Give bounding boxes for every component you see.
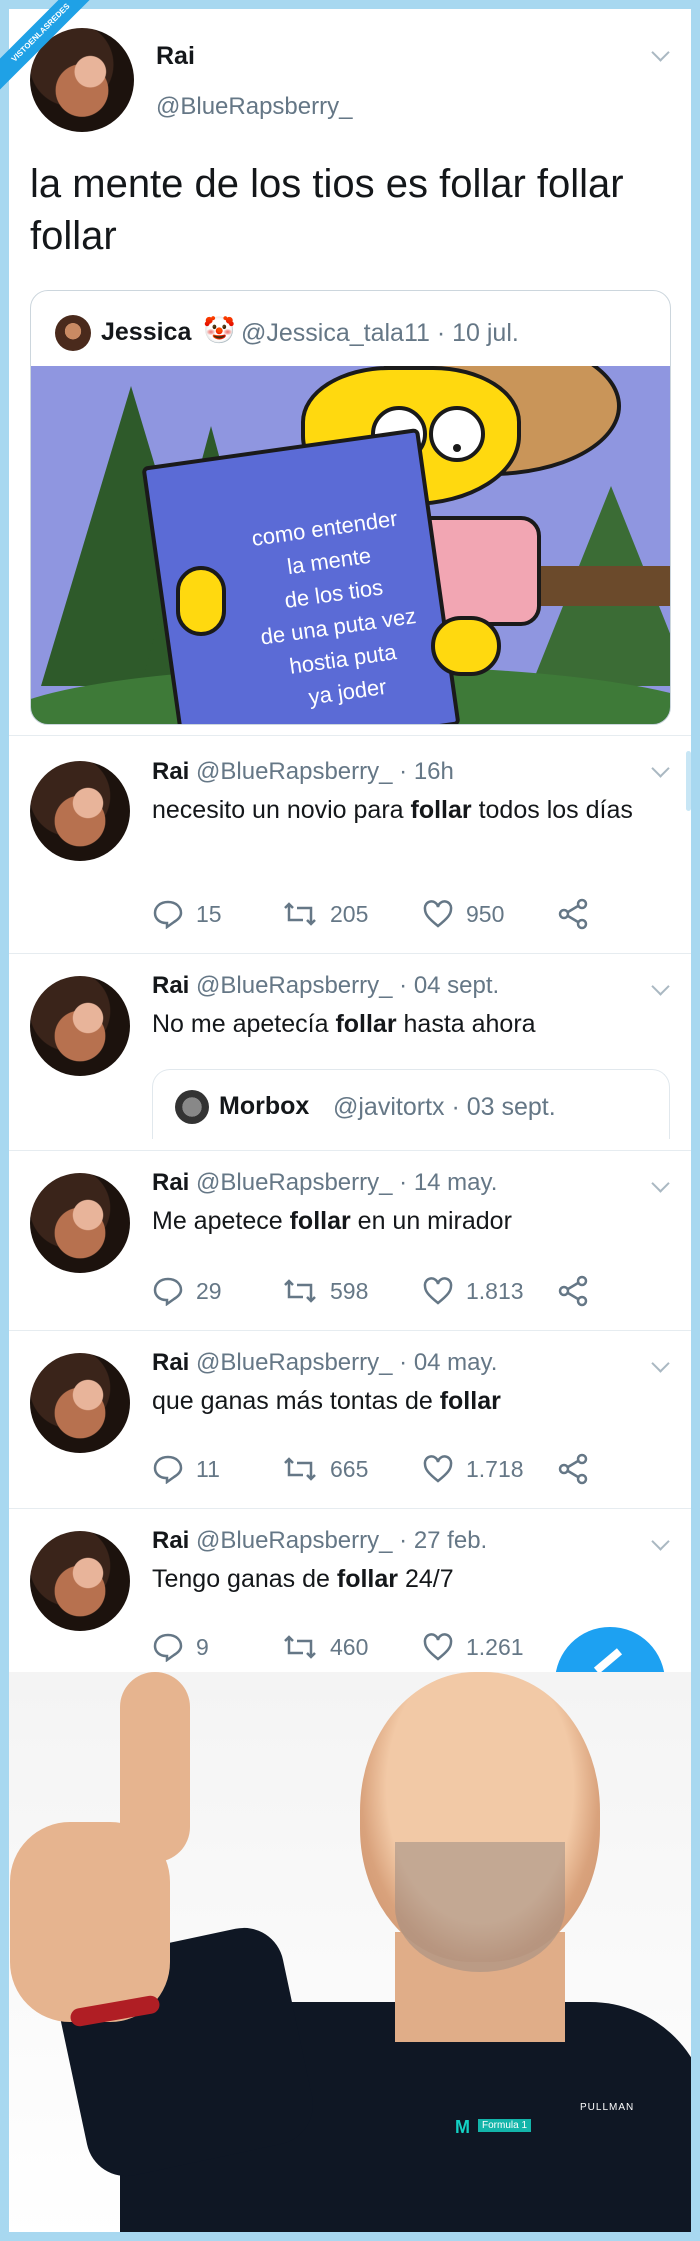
author-name[interactable]: Rai xyxy=(152,1169,189,1196)
like-button[interactable]: 950 xyxy=(422,896,504,932)
retweet-icon xyxy=(284,1457,316,1481)
tweet-text: Tengo ganas de follar 24/7 xyxy=(152,1565,454,1593)
logo-brand: PULLMAN xyxy=(580,2102,635,2113)
quoted-author-handle: @javitortx · 03 sept. xyxy=(333,1093,556,1121)
quoted-tweet[interactable]: Jessica 🤡 @Jessica_tala11 · 10 jul. como… xyxy=(30,290,671,725)
eye xyxy=(429,406,485,462)
tweet-meta: @BlueRapsberry_ · 16h xyxy=(196,758,454,785)
avatar[interactable] xyxy=(30,1531,130,1631)
retweet-button[interactable]: 205 xyxy=(282,896,368,932)
scroll-indicator xyxy=(686,751,691,811)
reply-button[interactable]: 15 xyxy=(152,896,222,932)
quoted-author-handle: @Jessica_tala11 · 10 jul. xyxy=(241,319,519,347)
tweet-text: No me apetecía follar hasta ahora xyxy=(152,1010,536,1038)
avatar[interactable] xyxy=(30,761,130,861)
retweet-icon xyxy=(284,1279,316,1303)
like-button[interactable]: 1.813 xyxy=(422,1273,524,1309)
reply-button[interactable]: 11 xyxy=(152,1451,220,1487)
tweet-item[interactable]: Rai @BlueRapsberry_ · 16h necesito un no… xyxy=(0,735,700,953)
clown-emoji: 🤡 xyxy=(203,315,236,345)
quoted-author-name: Jessica xyxy=(101,318,192,346)
author-name[interactable]: Rai xyxy=(152,1349,189,1376)
author-name[interactable]: Rai xyxy=(156,42,195,71)
chevron-down-icon[interactable] xyxy=(650,1361,670,1373)
avatar xyxy=(55,315,91,351)
reply-icon xyxy=(153,1455,183,1484)
avatar[interactable] xyxy=(30,976,130,1076)
reply-button[interactable]: 29 xyxy=(152,1273,222,1309)
tweet-header: Rai @BlueRapsberry_ · 16h xyxy=(152,758,454,786)
reply-icon xyxy=(153,900,183,929)
author-name[interactable]: Rai xyxy=(152,972,189,999)
quoted-tweet[interactable]: Morbox @javitortx · 03 sept. xyxy=(152,1069,670,1139)
tweet-meta: @BlueRapsberry_ · 04 sept. xyxy=(196,972,500,999)
chevron-down-icon[interactable] xyxy=(650,1539,670,1551)
tweet-text: Me apetece follar en un mirador xyxy=(152,1207,512,1235)
main-tweet: Rai @BlueRapsberry_ la mente de los tios… xyxy=(0,0,700,735)
chevron-down-icon[interactable] xyxy=(650,50,670,62)
tweet-actions: 15 205 950 xyxy=(152,896,602,932)
retweet-button[interactable]: 460 xyxy=(282,1629,368,1665)
tweet-text: necesito un novio para follar todos los … xyxy=(152,796,633,824)
like-icon xyxy=(423,1277,453,1305)
tweet-item[interactable]: Rai @BlueRapsberry_ · 04 may. que ganas … xyxy=(0,1330,700,1508)
tweet-meta: @BlueRapsberry_ · 14 may. xyxy=(196,1169,498,1196)
tweet-meta: @BlueRapsberry_ · 04 may. xyxy=(196,1349,498,1376)
tweet-item[interactable]: Rai @BlueRapsberry_ · 04 sept. No me ape… xyxy=(0,953,700,1150)
retweet-icon xyxy=(284,1635,316,1659)
logo-formula: Formula 1 xyxy=(478,2119,532,2132)
book-text: como entender la mente de los tios de un… xyxy=(250,505,418,710)
reply-icon xyxy=(153,1633,183,1662)
like-button[interactable]: 1.718 xyxy=(422,1451,524,1487)
share-button[interactable] xyxy=(557,1273,601,1309)
logo-m: M xyxy=(455,2117,470,2137)
tweet-actions: 9 460 1.261 xyxy=(152,1629,602,1665)
beard xyxy=(395,1842,565,1972)
tweet-header: Rai @BlueRapsberry_ · 27 feb. xyxy=(152,1527,487,1555)
avatar[interactable] xyxy=(30,1173,130,1273)
tweet-text: la mente de los tios es follar follar fo… xyxy=(30,162,624,258)
like-icon xyxy=(423,1455,453,1483)
like-button[interactable]: 1.261 xyxy=(422,1629,524,1665)
thumb xyxy=(120,1672,190,1862)
quoted-image[interactable]: como entender la mente de los tios de un… xyxy=(31,366,670,724)
tweet-header: Rai @BlueRapsberry_ · 14 may. xyxy=(152,1169,497,1197)
tweet-header: Rai @BlueRapsberry_ · 04 may. xyxy=(152,1349,497,1377)
like-icon xyxy=(423,900,453,928)
retweet-button[interactable]: 598 xyxy=(282,1273,368,1309)
chevron-down-icon[interactable] xyxy=(650,1181,670,1193)
share-icon xyxy=(558,1453,588,1485)
author-name[interactable]: Rai xyxy=(152,1527,189,1554)
share-icon xyxy=(558,1275,588,1307)
reply-icon xyxy=(153,1277,183,1306)
reaction-photo: M Formula 1 PULLMAN xyxy=(0,1672,700,2241)
reply-button[interactable]: 9 xyxy=(152,1629,209,1665)
retweet-button[interactable]: 665 xyxy=(282,1451,368,1487)
tweet-header: Rai @BlueRapsberry_ · 04 sept. xyxy=(152,972,499,1000)
retweet-icon xyxy=(284,902,316,926)
like-icon xyxy=(423,1633,453,1661)
share-icon xyxy=(558,898,588,930)
share-button[interactable] xyxy=(557,1451,601,1487)
chevron-down-icon[interactable] xyxy=(650,766,670,778)
author-handle[interactable]: @BlueRapsberry_ xyxy=(156,93,352,121)
tweet-text: que ganas más tontas de follar xyxy=(152,1387,501,1415)
quoted-author-name: Morbox xyxy=(219,1092,310,1120)
share-button[interactable] xyxy=(557,896,601,932)
avatar xyxy=(175,1090,209,1124)
avatar[interactable] xyxy=(30,1353,130,1453)
tweet-item[interactable]: Rai @BlueRapsberry_ · 14 may. Me apetece… xyxy=(0,1150,700,1330)
tweet-meta: @BlueRapsberry_ · 27 feb. xyxy=(196,1527,488,1554)
author-name[interactable]: Rai xyxy=(152,758,189,785)
tweet-actions: 29 598 1.813 xyxy=(152,1273,602,1309)
chevron-down-icon[interactable] xyxy=(650,984,670,996)
tweet-actions: 11 665 1.718 xyxy=(152,1451,602,1487)
